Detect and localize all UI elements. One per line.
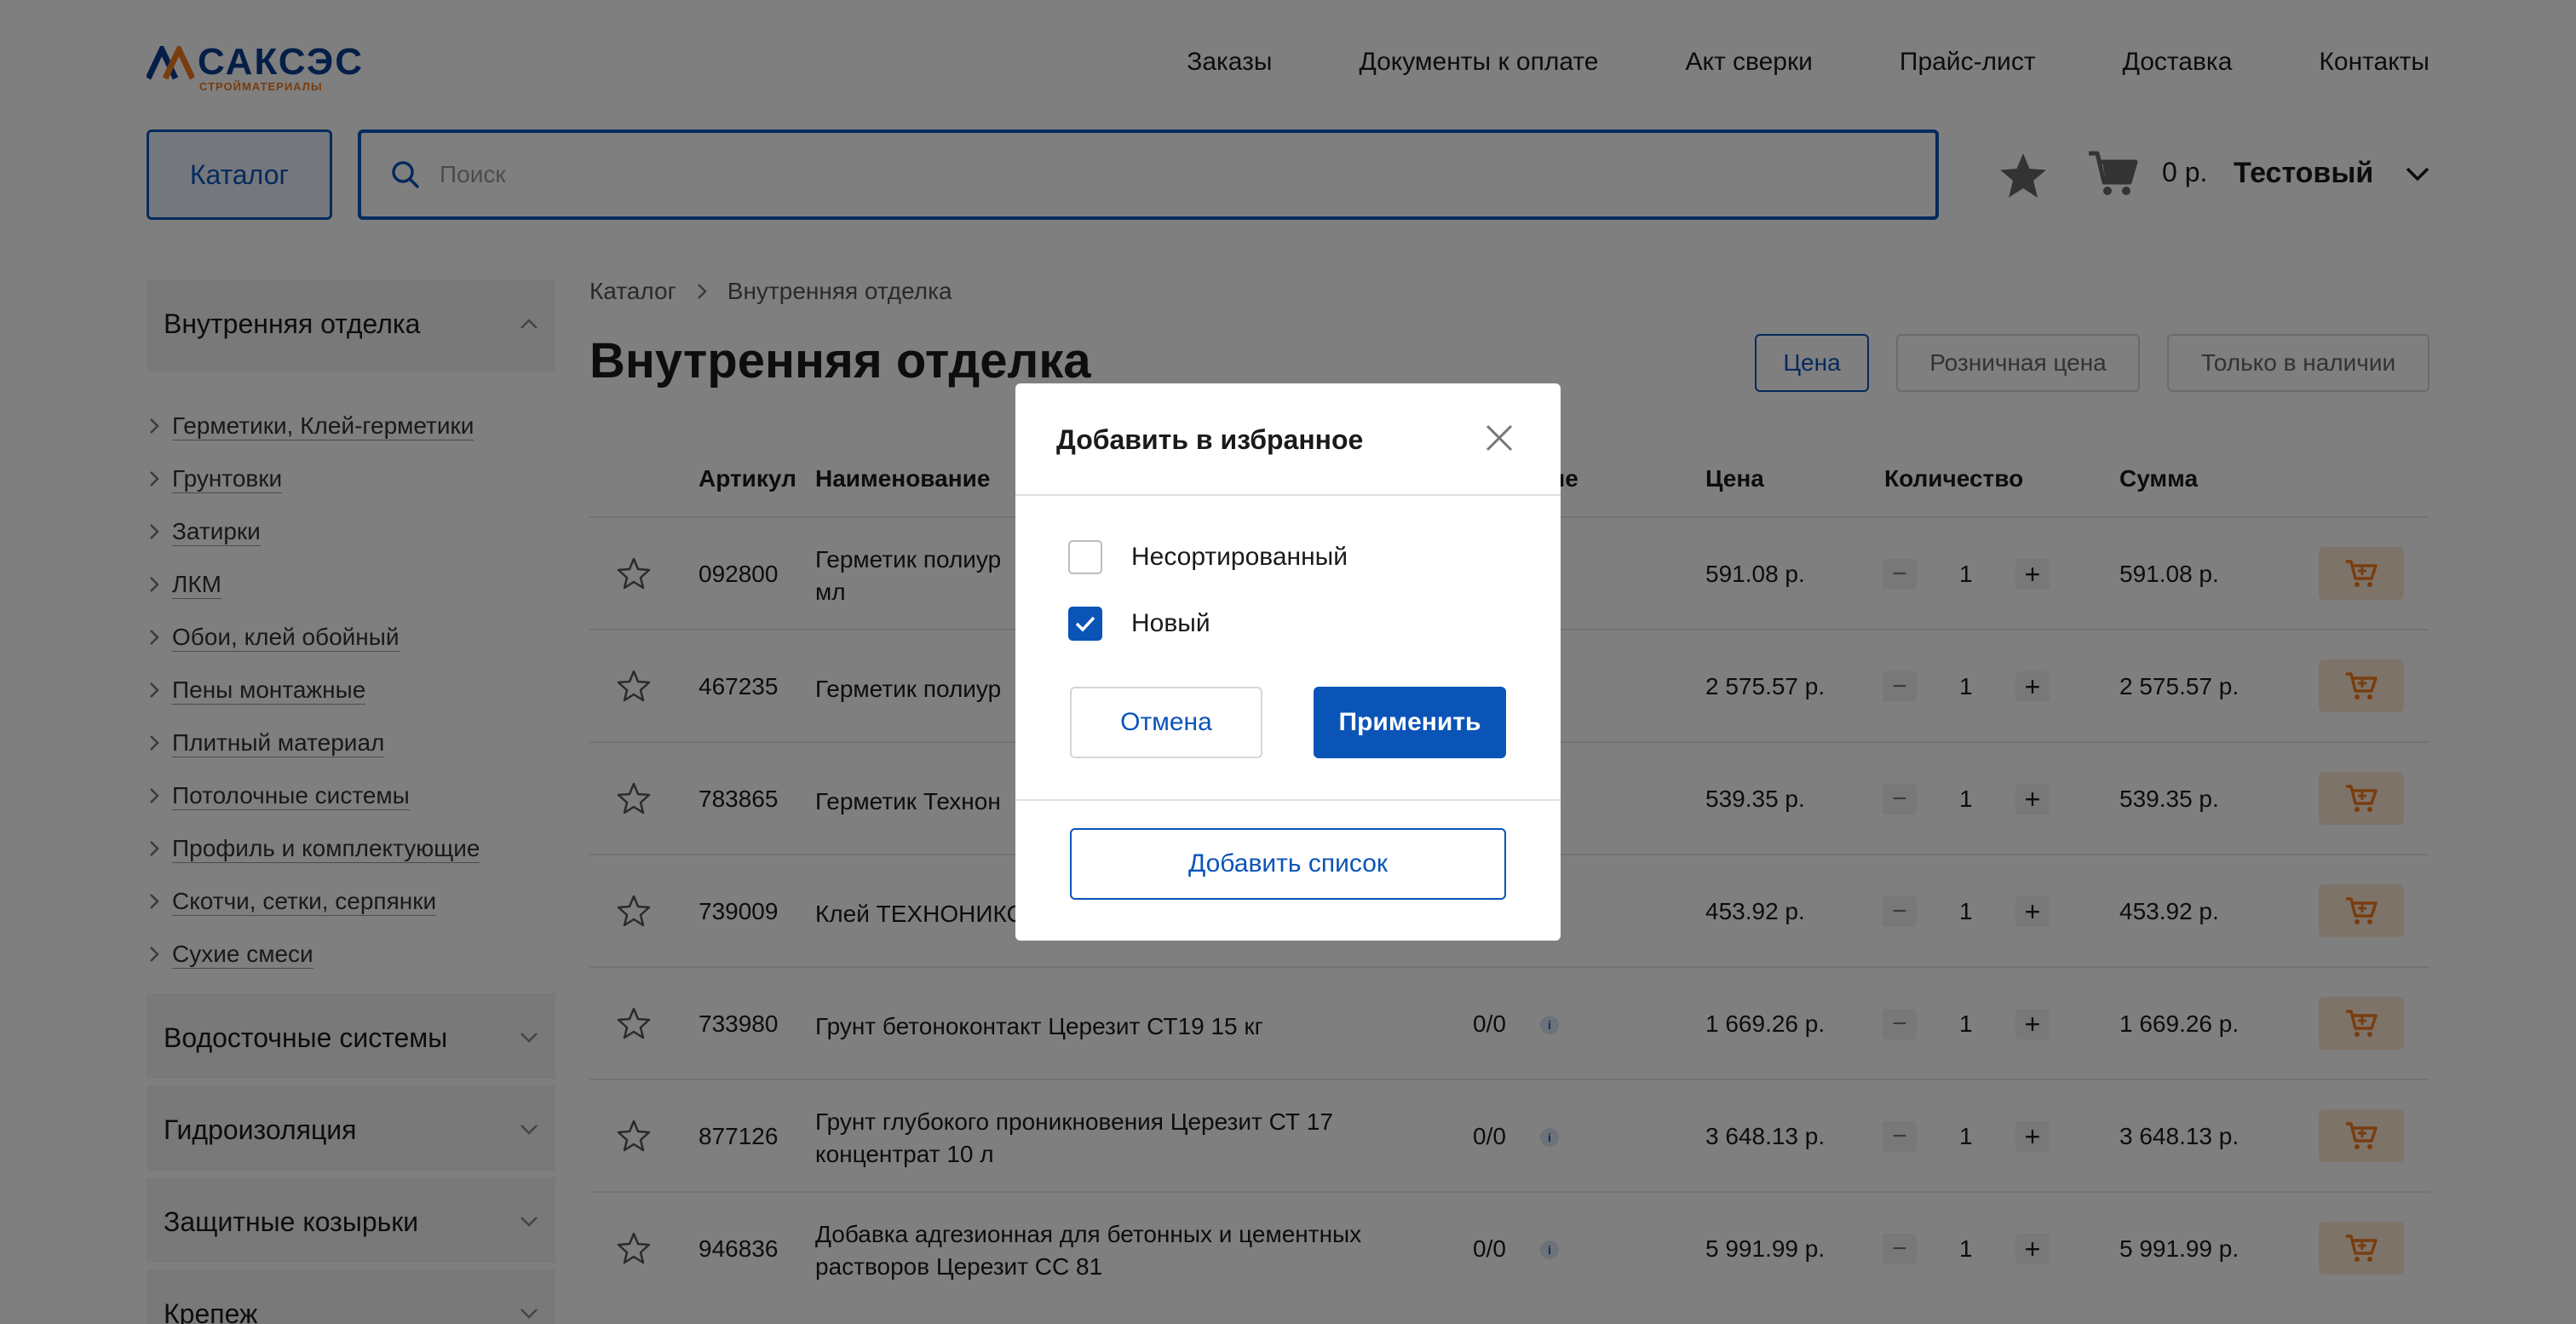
modal-title: Добавить в избранное bbox=[1056, 424, 1364, 455]
favorites-option-unsorted[interactable]: Несортированный bbox=[1068, 540, 1348, 574]
add-list-button[interactable]: Добавить список bbox=[1070, 828, 1506, 900]
checkmark-icon bbox=[1075, 616, 1095, 632]
add-to-favorites-modal: Добавить в избранное Несортированный Нов… bbox=[1015, 383, 1561, 941]
option-label: Несортированный bbox=[1131, 543, 1348, 571]
favorites-option-new[interactable]: Новый bbox=[1068, 607, 1210, 641]
checkbox-checked[interactable] bbox=[1068, 607, 1102, 641]
close-icon[interactable] bbox=[1484, 423, 1515, 453]
page: САКСЭС СТРОЙМАТЕРИАЛЫ Заказы Документы к… bbox=[0, 0, 2576, 1324]
modal-divider bbox=[1015, 494, 1561, 496]
option-label: Новый bbox=[1131, 609, 1210, 637]
apply-button[interactable]: Применить bbox=[1314, 687, 1506, 758]
checkbox-unchecked[interactable] bbox=[1068, 540, 1102, 574]
cancel-button[interactable]: Отмена bbox=[1070, 687, 1262, 758]
modal-divider bbox=[1015, 799, 1561, 801]
